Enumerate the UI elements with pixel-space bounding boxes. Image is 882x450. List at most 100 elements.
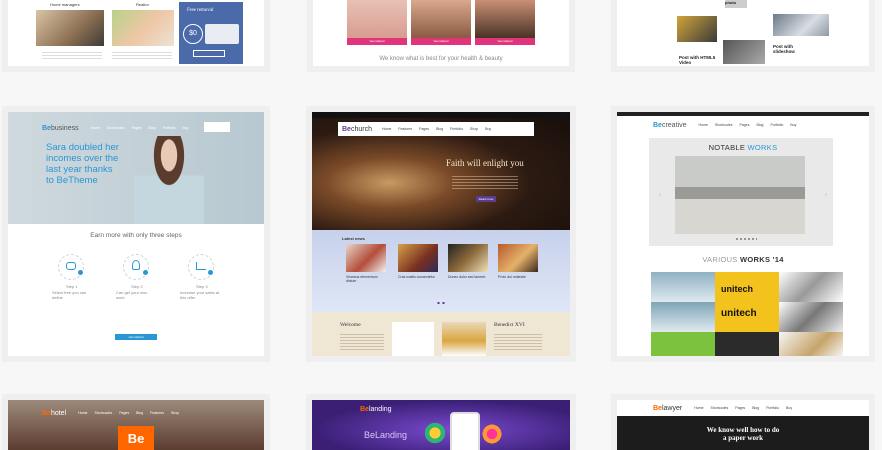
creative-notable-title: NOTABLE WORKS [617,143,869,152]
theme-preview-card-realtor[interactable]: Home managers Realtor Free removal $0 [8,0,264,66]
step-2-text: Can get your own work [116,290,148,300]
creative-logo[interactable]: Becreative [653,122,686,129]
church-news-title-3[interactable]: Donec dolor sed laoreet [448,275,490,279]
theme-preview-card-lawyer[interactable]: Belawyer Home Shortcodes Pages Blog Port… [617,400,869,450]
business-logo-be: Be [42,124,51,132]
creative-nav-home[interactable]: Home [698,123,707,127]
church-nav-features[interactable]: Features [398,127,412,131]
creative-topbar [617,112,869,116]
landing-swirl-left [422,420,448,446]
hotel-logo[interactable]: Behotel [42,410,66,417]
church-news-title-4[interactable]: Proin dui molestie [498,275,540,279]
creative-nav-portfolio[interactable]: Portfolio [770,123,783,127]
lawyer-nav-pages[interactable]: Pages [735,406,745,410]
hotel-be-badge: Be [118,426,154,450]
church-nav-pages[interactable]: Pages [419,127,429,131]
lawyer-logo[interactable]: Belawyer [653,405,682,412]
church-news-thumb-1 [346,244,386,272]
creative-nav-shortcodes[interactable]: Shortcodes [715,123,733,127]
lawyer-nav-home[interactable]: Home [694,406,703,410]
get-started-button-3[interactable]: Get started [475,38,535,45]
free-removal-title: Free removal [187,8,214,13]
theme-preview-card-beauty[interactable]: Get started Get started Get started We k… [313,0,569,66]
theme-preview-card-business[interactable]: Bebusiness Home Shortcodes Pages Blog Po… [8,112,264,356]
lawyer-nav-portfolio[interactable]: Portfolio [766,406,779,410]
hotel-nav-home[interactable]: Home [78,411,87,415]
realtor-photo [112,10,174,46]
business-nav-blog[interactable]: Blog [149,126,156,130]
theme-preview-card-magazine[interactable]: photo Post with HTML5 Video Post with sl… [617,0,869,66]
business-nav-home[interactable]: Home [91,126,100,130]
church-logo[interactable]: Bechurch [342,126,372,133]
lawyer-nav-buy[interactable]: Buy [786,406,792,410]
creative-slider-dots[interactable] [735,238,757,240]
creative-nav-blog[interactable]: Blog [756,123,763,127]
creative-next-arrow[interactable]: › [825,192,827,198]
landing-swirl-right [480,422,504,446]
theme-preview-card-church[interactable]: Bechurch Home Features Pages Blog Portfo… [312,112,570,356]
church-nav-portfolio[interactable]: Portfolio [450,127,463,131]
benedict-photo [442,322,486,356]
lawyer-nav: Belawyer Home Shortcodes Pages Blog Port… [617,400,869,416]
hotel-nav-pages[interactable]: Pages [119,411,129,415]
lawyer-nav-blog[interactable]: Blog [752,406,759,410]
business-nav-pages[interactable]: Pages [132,126,142,130]
lawyer-nav-shortcodes[interactable]: Shortcodes [711,406,729,410]
beauty-face-2 [411,0,471,38]
church-slider-dots[interactable] [436,302,446,304]
landing-logo-name: landing [368,406,392,413]
free-removal-button[interactable] [193,50,225,57]
theme-preview-card-hotel[interactable]: Behotel Home Shortcodes Pages Blog Featu… [8,400,264,450]
business-nav-shortcodes[interactable]: Shortcodes [107,126,125,130]
get-started-button-2[interactable]: Get started [411,38,471,45]
home-managers-label: Home managers [50,2,80,7]
business-cta-button[interactable]: Get started [115,334,157,340]
hotel-nav-shortcodes[interactable]: Shortcodes [94,411,112,415]
slideshow-photo [723,40,765,64]
landing-logo[interactable]: Belanding [360,406,392,413]
church-nav-home[interactable]: Home [382,127,391,131]
hotel-nav-shop[interactable]: Shop [171,411,179,415]
creative-nav-buy[interactable]: Buy [790,123,796,127]
church-news-title-2[interactable]: Cras mattis consectetur [398,275,440,279]
business-nav-buy[interactable]: Buy [182,126,188,130]
step-3-label: Step 3 [196,284,208,289]
creative-nav: Becreative Home Shortcodes Pages Blog Po… [617,118,869,132]
hotel-nav-blog[interactable]: Blog [136,411,143,415]
notable-woman-photo [675,156,805,234]
business-headline-line4: to BeTheme [46,175,98,186]
creative-prev-arrow[interactable]: ‹ [659,192,661,198]
church-hero-title: Faith will enlight you [446,158,524,168]
various-jets-photo-2 [651,302,715,332]
hotel-logo-name: hotel [50,409,67,417]
hotel-nav-features[interactable]: Features [150,411,164,415]
church-welcome-text [340,332,384,352]
step-2-dot [143,270,148,275]
various-gallery-photo-1 [779,272,843,302]
business-logo[interactable]: Bebusiness [42,125,79,132]
theme-preview-card-creative[interactable]: Becreative Home Shortcodes Pages Blog Po… [617,112,869,356]
business-headline-line3: last year thanks [46,164,113,175]
various-dog-tile [779,332,843,356]
lawyer-nav-items: Home Shortcodes Pages Blog Portfolio Buy [694,406,792,410]
lawyer-headline: We know well how to do a paper work [617,426,869,442]
hotel-logo-be: Be [42,409,51,417]
business-nav-portfolio[interactable]: Portfolio [163,126,176,130]
post-slideshow-title: Post with slideshow [773,44,795,54]
theme-preview-card-landing[interactable]: Belanding BeLanding [312,400,570,450]
business-header-icons [204,122,230,132]
church-logo-name: church [350,125,372,133]
various-dark-tile [715,332,779,356]
church-hero-button[interactable]: Read more [476,196,496,202]
business-logo-name: business [50,124,79,132]
church-news-thumb-4 [498,244,538,272]
unitech-label-2: unitech [721,308,757,319]
church-news-title-1[interactable]: Vivamus elementum dictum [346,275,388,283]
creative-nav-pages[interactable]: Pages [740,123,750,127]
church-nav-shop[interactable]: Shop [470,127,478,131]
church-nav-blog[interactable]: Blog [436,127,443,131]
lawyer-headline-line1: We know well how to do [706,426,780,434]
creative-various-title: VARIOUS WORKS '14 [617,255,869,264]
get-started-button-1[interactable]: Get started [347,38,407,45]
church-nav-buy[interactable]: Buy [485,127,491,131]
